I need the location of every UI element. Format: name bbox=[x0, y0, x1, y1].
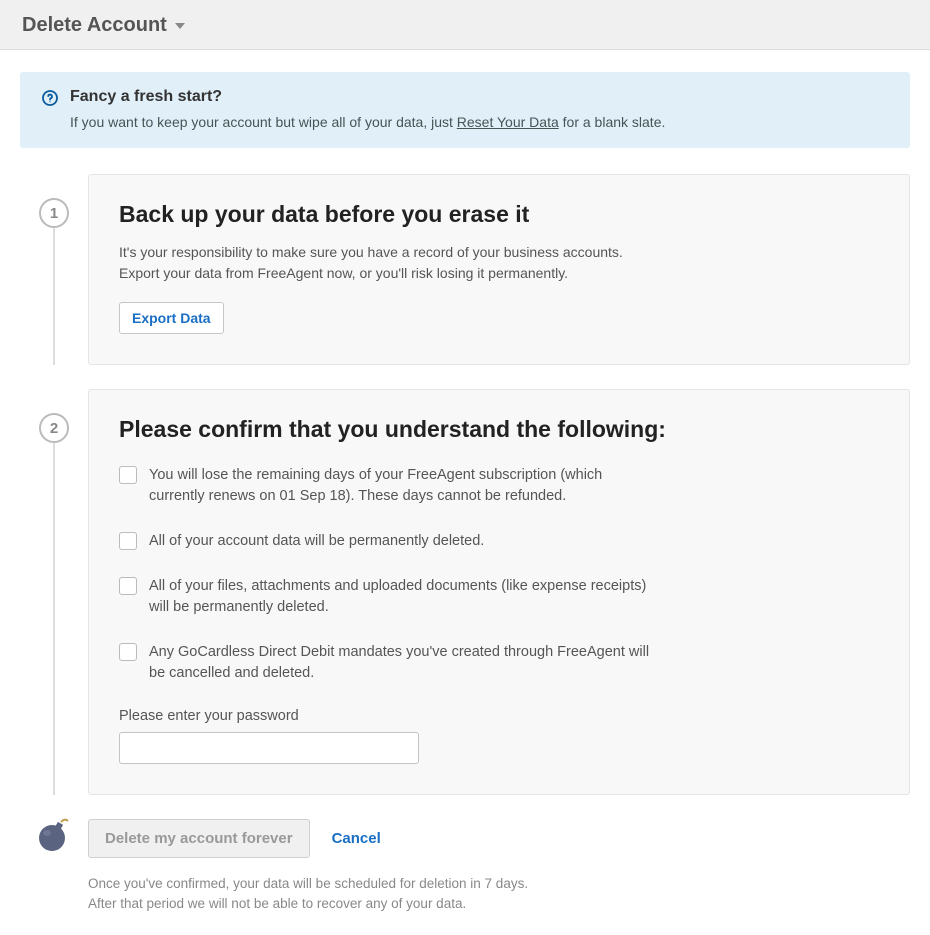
banner-subtitle: If you want to keep your account but wip… bbox=[70, 114, 888, 130]
checkbox-files[interactable] bbox=[119, 577, 137, 595]
backup-line2: Export your data from FreeAgent now, or … bbox=[119, 265, 568, 281]
checkbox-subscription[interactable] bbox=[119, 466, 137, 484]
info-banner: Fancy a fresh start? If you want to keep… bbox=[20, 72, 910, 148]
step-1: 1 Back up your data before you erase it … bbox=[20, 174, 910, 365]
page-title: Delete Account bbox=[22, 14, 167, 37]
password-label: Please enter your password bbox=[119, 708, 879, 724]
backup-card: Back up your data before you erase it It… bbox=[88, 174, 910, 365]
banner-text-before: If you want to keep your account but wip… bbox=[70, 114, 457, 130]
confirm-text: All of your account data will be permane… bbox=[149, 531, 484, 552]
banner-text-after: for a blank slate. bbox=[559, 114, 666, 130]
action-row: Delete my account forever Cancel Once yo… bbox=[20, 819, 910, 915]
confirm-card: Please confirm that you understand the f… bbox=[88, 389, 910, 795]
step-number-2: 2 bbox=[39, 413, 69, 443]
step-connector bbox=[53, 228, 55, 365]
footnote: Once you've confirmed, your data will be… bbox=[88, 874, 910, 915]
confirm-text: You will lose the remaining days of your… bbox=[149, 465, 659, 507]
content-area: Fancy a fresh start? If you want to keep… bbox=[0, 50, 930, 935]
confirm-title: Please confirm that you understand the f… bbox=[119, 416, 879, 443]
footnote-line2: After that period we will not be able to… bbox=[88, 896, 466, 911]
export-data-button[interactable]: Export Data bbox=[119, 302, 224, 334]
page-header: Delete Account bbox=[0, 0, 930, 50]
confirm-item-gocardless: Any GoCardless Direct Debit mandates you… bbox=[119, 642, 879, 684]
banner-title: Fancy a fresh start? bbox=[70, 88, 888, 106]
cancel-link[interactable]: Cancel bbox=[332, 830, 381, 847]
step-connector bbox=[53, 443, 55, 795]
backup-title: Back up your data before you erase it bbox=[119, 201, 879, 228]
chevron-down-icon[interactable] bbox=[175, 23, 185, 29]
help-icon bbox=[42, 90, 58, 130]
checkbox-account-data[interactable] bbox=[119, 532, 137, 550]
backup-line1: It's your responsibility to make sure yo… bbox=[119, 244, 623, 260]
footnote-line1: Once you've confirmed, your data will be… bbox=[88, 876, 528, 891]
confirm-item-account-data: All of your account data will be permane… bbox=[119, 531, 879, 552]
confirm-text: All of your files, attachments and uploa… bbox=[149, 576, 659, 618]
bomb-icon bbox=[20, 819, 88, 853]
delete-account-button[interactable]: Delete my account forever bbox=[88, 819, 310, 858]
confirm-text: Any GoCardless Direct Debit mandates you… bbox=[149, 642, 659, 684]
reset-data-link[interactable]: Reset Your Data bbox=[457, 114, 559, 130]
confirm-item-subscription: You will lose the remaining days of your… bbox=[119, 465, 879, 507]
backup-subtitle: It's your responsibility to make sure yo… bbox=[119, 242, 879, 284]
step-2: 2 Please confirm that you understand the… bbox=[20, 389, 910, 795]
checkbox-gocardless[interactable] bbox=[119, 643, 137, 661]
step-number-1: 1 bbox=[39, 198, 69, 228]
confirm-item-files: All of your files, attachments and uploa… bbox=[119, 576, 879, 618]
password-input[interactable] bbox=[119, 732, 419, 764]
